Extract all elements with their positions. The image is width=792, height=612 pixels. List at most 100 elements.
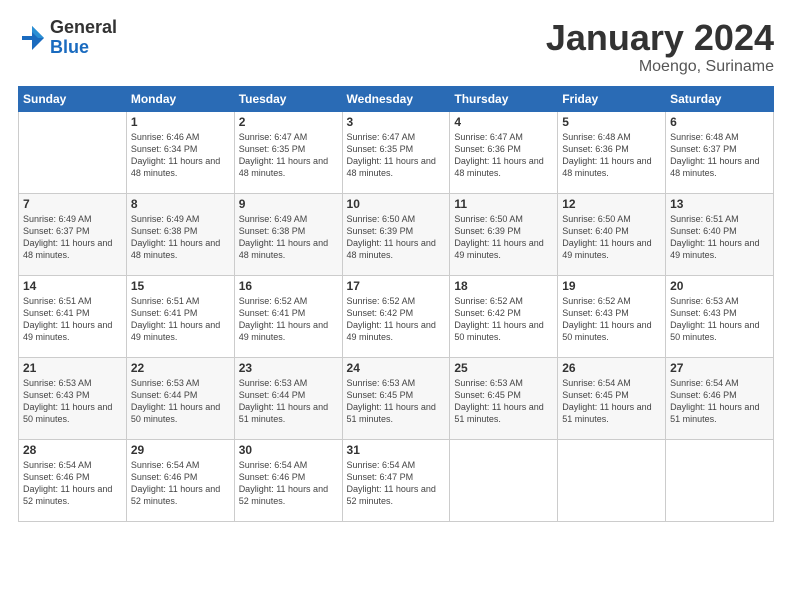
day-number: 21 xyxy=(23,361,122,375)
day-number: 3 xyxy=(347,115,446,129)
calendar-week-row: 1 Sunrise: 6:46 AMSunset: 6:34 PMDaylight… xyxy=(19,111,774,193)
weekday-header: Tuesday xyxy=(234,86,342,111)
day-number: 14 xyxy=(23,279,122,293)
calendar-cell: 29Sunrise: 6:54 AMSunset: 6:46 PMDayligh… xyxy=(126,439,234,521)
day-info: Sunrise: 6:53 AMSunset: 6:45 PMDaylight:… xyxy=(347,377,446,426)
day-info: Sunrise: 6:53 AMSunset: 6:44 PMDaylight:… xyxy=(131,377,230,426)
day-info: Sunrise: 6:54 AMSunset: 6:46 PMDaylight:… xyxy=(23,459,122,508)
calendar-cell: 6Sunrise: 6:48 AMSunset: 6:37 PMDaylight… xyxy=(666,111,774,193)
calendar-cell: 8 Sunrise: 6:49 AMSunset: 6:38 PMDaylight… xyxy=(126,193,234,275)
calendar-cell: 30 Sunrise: 6:54 AMSunset: 6:46 PMDayligh… xyxy=(234,439,342,521)
day-info: Sunrise: 6:47 AMSunset: 6:35 PMDaylight:… xyxy=(347,131,446,180)
day-info: Sunrise: 6:46 AMSunset: 6:34 PMDaylight:… xyxy=(131,131,230,180)
day-info: Sunrise: 6:52 AMSunset: 6:42 PMDaylight:… xyxy=(454,295,553,344)
day-number: 2 xyxy=(239,115,338,129)
weekday-header: Wednesday xyxy=(342,86,450,111)
day-number: 26 xyxy=(562,361,661,375)
day-number: 16 xyxy=(239,279,338,293)
calendar-cell xyxy=(666,439,774,521)
day-number: 9 xyxy=(239,197,338,211)
day-number: 1 xyxy=(131,115,230,129)
calendar-week-row: 14 Sunrise: 6:51 AMSunset: 6:41 PMDayligh… xyxy=(19,275,774,357)
weekday-header: Saturday xyxy=(666,86,774,111)
day-info: Sunrise: 6:48 AMSunset: 6:37 PMDaylight:… xyxy=(670,131,769,180)
calendar-cell: 12 Sunrise: 6:50 AMSunset: 6:40 PMDayligh… xyxy=(558,193,666,275)
logo-blue: Blue xyxy=(50,38,117,58)
weekday-header: Friday xyxy=(558,86,666,111)
calendar-cell: 25 Sunrise: 6:53 AMSunset: 6:45 PMDayligh… xyxy=(450,357,558,439)
calendar-cell: 24 Sunrise: 6:53 AMSunset: 6:45 PMDayligh… xyxy=(342,357,450,439)
day-number: 11 xyxy=(454,197,553,211)
calendar-cell: 22 Sunrise: 6:53 AMSunset: 6:44 PMDayligh… xyxy=(126,357,234,439)
day-info: Sunrise: 6:50 AMSunset: 6:39 PMDaylight:… xyxy=(454,213,553,262)
day-info: Sunrise: 6:48 AMSunset: 6:36 PMDaylight:… xyxy=(562,131,661,180)
day-info: Sunrise: 6:52 AMSunset: 6:42 PMDaylight:… xyxy=(347,295,446,344)
day-info: Sunrise: 6:54 AMSunset: 6:46 PMDaylight:… xyxy=(131,459,230,508)
calendar-cell: 28 Sunrise: 6:54 AMSunset: 6:46 PMDayligh… xyxy=(19,439,127,521)
day-number: 13 xyxy=(670,197,769,211)
calendar-cell: 7 Sunrise: 6:49 AMSunset: 6:37 PMDaylight… xyxy=(19,193,127,275)
calendar-cell: 19 Sunrise: 6:52 AMSunset: 6:43 PMDayligh… xyxy=(558,275,666,357)
calendar-cell: 20Sunrise: 6:53 AMSunset: 6:43 PMDayligh… xyxy=(666,275,774,357)
day-info: Sunrise: 6:50 AMSunset: 6:39 PMDaylight:… xyxy=(347,213,446,262)
day-info: Sunrise: 6:51 AMSunset: 6:40 PMDaylight:… xyxy=(670,213,769,262)
day-info: Sunrise: 6:51 AMSunset: 6:41 PMDaylight:… xyxy=(23,295,122,344)
day-number: 28 xyxy=(23,443,122,457)
day-number: 8 xyxy=(131,197,230,211)
day-info: Sunrise: 6:49 AMSunset: 6:37 PMDaylight:… xyxy=(23,213,122,262)
day-info: Sunrise: 6:53 AMSunset: 6:43 PMDaylight:… xyxy=(670,295,769,344)
day-info: Sunrise: 6:50 AMSunset: 6:40 PMDaylight:… xyxy=(562,213,661,262)
day-number: 4 xyxy=(454,115,553,129)
day-info: Sunrise: 6:49 AMSunset: 6:38 PMDaylight:… xyxy=(239,213,338,262)
calendar-cell: 23 Sunrise: 6:53 AMSunset: 6:44 PMDayligh… xyxy=(234,357,342,439)
day-number: 15 xyxy=(131,279,230,293)
day-info: Sunrise: 6:47 AMSunset: 6:36 PMDaylight:… xyxy=(454,131,553,180)
logo-general: General xyxy=(50,18,117,38)
calendar-week-row: 21 Sunrise: 6:53 AMSunset: 6:43 PMDayligh… xyxy=(19,357,774,439)
calendar-cell: 26 Sunrise: 6:54 AMSunset: 6:45 PMDayligh… xyxy=(558,357,666,439)
calendar-cell: 10Sunrise: 6:50 AMSunset: 6:39 PMDayligh… xyxy=(342,193,450,275)
calendar-cell: 13 Sunrise: 6:51 AMSunset: 6:40 PMDayligh… xyxy=(666,193,774,275)
day-number: 19 xyxy=(562,279,661,293)
day-info: Sunrise: 6:49 AMSunset: 6:38 PMDaylight:… xyxy=(131,213,230,262)
title-location: Moengo, Suriname xyxy=(546,58,774,76)
page: General Blue January 2024 Moengo, Surina… xyxy=(0,0,792,612)
calendar-cell: 31Sunrise: 6:54 AMSunset: 6:47 PMDayligh… xyxy=(342,439,450,521)
day-info: Sunrise: 6:54 AMSunset: 6:46 PMDaylight:… xyxy=(670,377,769,426)
calendar-cell: 3 Sunrise: 6:47 AMSunset: 6:35 PMDaylight… xyxy=(342,111,450,193)
day-info: Sunrise: 6:51 AMSunset: 6:41 PMDaylight:… xyxy=(131,295,230,344)
calendar-cell: 17 Sunrise: 6:52 AMSunset: 6:42 PMDayligh… xyxy=(342,275,450,357)
calendar-cell: 16Sunrise: 6:52 AMSunset: 6:41 PMDayligh… xyxy=(234,275,342,357)
calendar-cell xyxy=(450,439,558,521)
calendar-cell: 4 Sunrise: 6:47 AMSunset: 6:36 PMDaylight… xyxy=(450,111,558,193)
day-info: Sunrise: 6:52 AMSunset: 6:43 PMDaylight:… xyxy=(562,295,661,344)
calendar-week-row: 7 Sunrise: 6:49 AMSunset: 6:37 PMDaylight… xyxy=(19,193,774,275)
day-number: 17 xyxy=(347,279,446,293)
day-number: 12 xyxy=(562,197,661,211)
title-block: January 2024 Moengo, Suriname xyxy=(546,18,774,76)
calendar-cell: 1 Sunrise: 6:46 AMSunset: 6:34 PMDaylight… xyxy=(126,111,234,193)
day-info: Sunrise: 6:53 AMSunset: 6:45 PMDaylight:… xyxy=(454,377,553,426)
day-number: 5 xyxy=(562,115,661,129)
logo-text: General Blue xyxy=(50,18,117,58)
weekday-header: Sunday xyxy=(19,86,127,111)
day-number: 22 xyxy=(131,361,230,375)
title-month: January 2024 xyxy=(546,18,774,58)
day-info: Sunrise: 6:53 AMSunset: 6:43 PMDaylight:… xyxy=(23,377,122,426)
calendar-cell: 14 Sunrise: 6:51 AMSunset: 6:41 PMDayligh… xyxy=(19,275,127,357)
day-number: 7 xyxy=(23,197,122,211)
calendar-week-row: 28 Sunrise: 6:54 AMSunset: 6:46 PMDayligh… xyxy=(19,439,774,521)
calendar-cell: 9 Sunrise: 6:49 AMSunset: 6:38 PMDaylight… xyxy=(234,193,342,275)
day-info: Sunrise: 6:54 AMSunset: 6:45 PMDaylight:… xyxy=(562,377,661,426)
logo-icon xyxy=(18,24,46,52)
day-number: 18 xyxy=(454,279,553,293)
day-number: 24 xyxy=(347,361,446,375)
day-number: 23 xyxy=(239,361,338,375)
day-info: Sunrise: 6:54 AMSunset: 6:46 PMDaylight:… xyxy=(239,459,338,508)
logo: General Blue xyxy=(18,18,117,58)
day-number: 30 xyxy=(239,443,338,457)
calendar-cell: 11 Sunrise: 6:50 AMSunset: 6:39 PMDayligh… xyxy=(450,193,558,275)
weekday-header: Monday xyxy=(126,86,234,111)
day-number: 25 xyxy=(454,361,553,375)
day-info: Sunrise: 6:53 AMSunset: 6:44 PMDaylight:… xyxy=(239,377,338,426)
